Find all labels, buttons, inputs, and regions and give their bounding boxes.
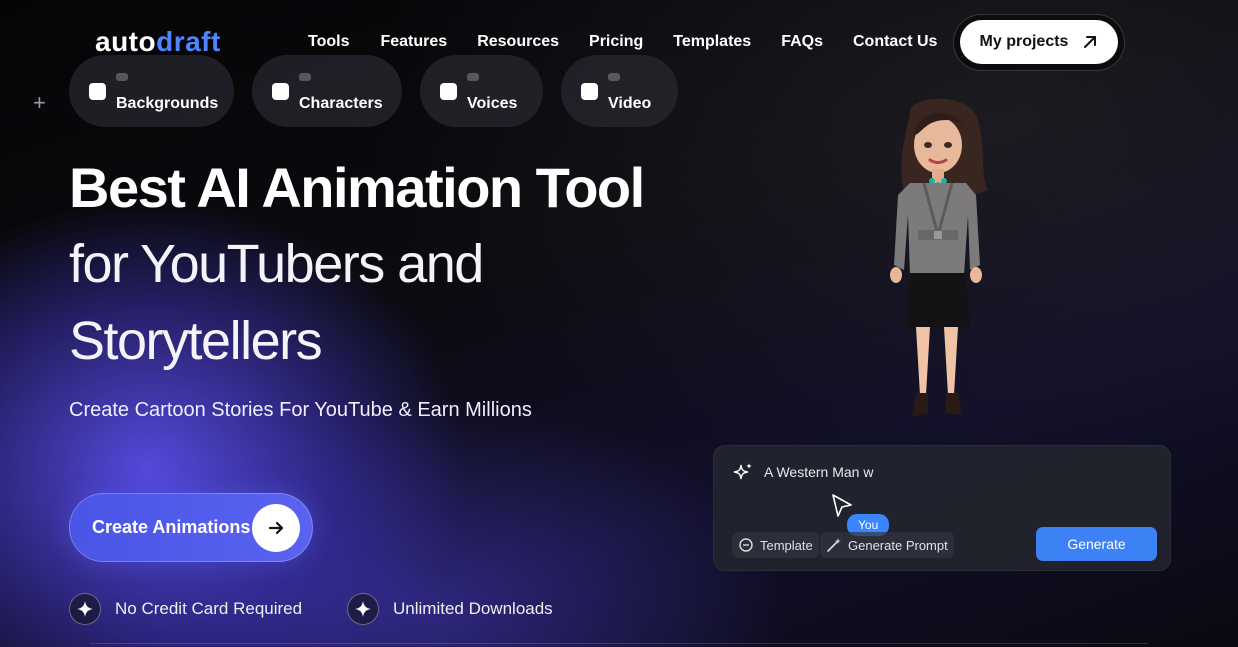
magic-wand-icon xyxy=(827,538,841,552)
nav-contact-us[interactable]: Contact Us xyxy=(853,33,937,51)
sparkle-decoration-icon: + xyxy=(33,90,46,115)
nav-templates[interactable]: Templates xyxy=(673,33,751,51)
count-placeholder xyxy=(467,73,479,81)
template-button[interactable]: Template xyxy=(732,532,819,558)
arrow-up-right-icon xyxy=(1084,36,1097,48)
hero-title-line3: Storytellers xyxy=(69,311,323,371)
count-placeholder xyxy=(299,73,311,81)
nav-features[interactable]: Features xyxy=(380,33,447,51)
template-label: Template xyxy=(760,537,813,553)
arrow-right-icon xyxy=(252,504,300,552)
category-backgrounds[interactable]: Backgrounds xyxy=(69,55,234,127)
logo-text-draft: draft xyxy=(156,26,221,57)
sparkle-icon xyxy=(347,593,379,625)
feature-no-credit-card: No Credit Card Required xyxy=(69,593,302,625)
sparkle-icon xyxy=(69,593,101,625)
create-animations-label: Create Animations xyxy=(92,517,251,537)
image-icon xyxy=(89,83,106,100)
logo-text-auto: auto xyxy=(95,26,157,57)
ai-sparkles-icon xyxy=(733,463,752,480)
feature-label: No Credit Card Required xyxy=(115,599,303,618)
autodraft-logo[interactable]: autodraft xyxy=(95,26,221,58)
nav-tools[interactable]: Tools xyxy=(308,33,349,51)
category-label: Video xyxy=(608,95,652,112)
generate-prompt-label: Generate Prompt xyxy=(848,537,948,553)
count-placeholder xyxy=(608,73,620,81)
section-divider xyxy=(90,643,1148,644)
template-icon xyxy=(739,538,753,552)
category-label: Characters xyxy=(299,95,383,112)
my-projects-button[interactable]: My projects xyxy=(960,20,1118,64)
count-placeholder xyxy=(116,73,128,81)
prompt-panel: A Western Man w You Template Generate Pr… xyxy=(713,445,1171,571)
category-voices[interactable]: Voices xyxy=(420,55,543,127)
main-nav: Tools Features Resources Pricing Templat… xyxy=(308,33,967,51)
create-animations-button[interactable]: Create Animations xyxy=(69,493,313,562)
nav-resources[interactable]: Resources xyxy=(477,33,559,51)
cartoon-character-illustration xyxy=(890,98,988,417)
generate-prompt-button[interactable]: Generate Prompt xyxy=(820,532,954,558)
category-label: Backgrounds xyxy=(116,95,219,112)
prompt-input[interactable]: A Western Man w xyxy=(764,464,873,480)
nav-pricing[interactable]: Pricing xyxy=(589,33,643,51)
generate-button[interactable]: Generate xyxy=(1036,527,1157,561)
hero-subtitle: Create Cartoon Stories For YouTube & Ear… xyxy=(69,399,532,421)
my-projects-label: My projects xyxy=(979,33,1069,50)
hero-title-line1: Best AI Animation Tool xyxy=(69,156,645,219)
category-video[interactable]: Video xyxy=(561,55,678,127)
walking-figure-icon xyxy=(272,83,289,100)
feature-unlimited-downloads: Unlimited Downloads xyxy=(347,593,553,625)
nav-faqs[interactable]: FAQs xyxy=(781,33,823,51)
video-play-icon xyxy=(581,83,598,100)
category-label: Voices xyxy=(467,95,518,112)
feature-label: Unlimited Downloads xyxy=(393,599,553,618)
music-note-icon xyxy=(440,83,457,100)
category-characters[interactable]: Characters xyxy=(252,55,402,127)
hero-title-line2: for YouTubers and xyxy=(69,234,484,294)
